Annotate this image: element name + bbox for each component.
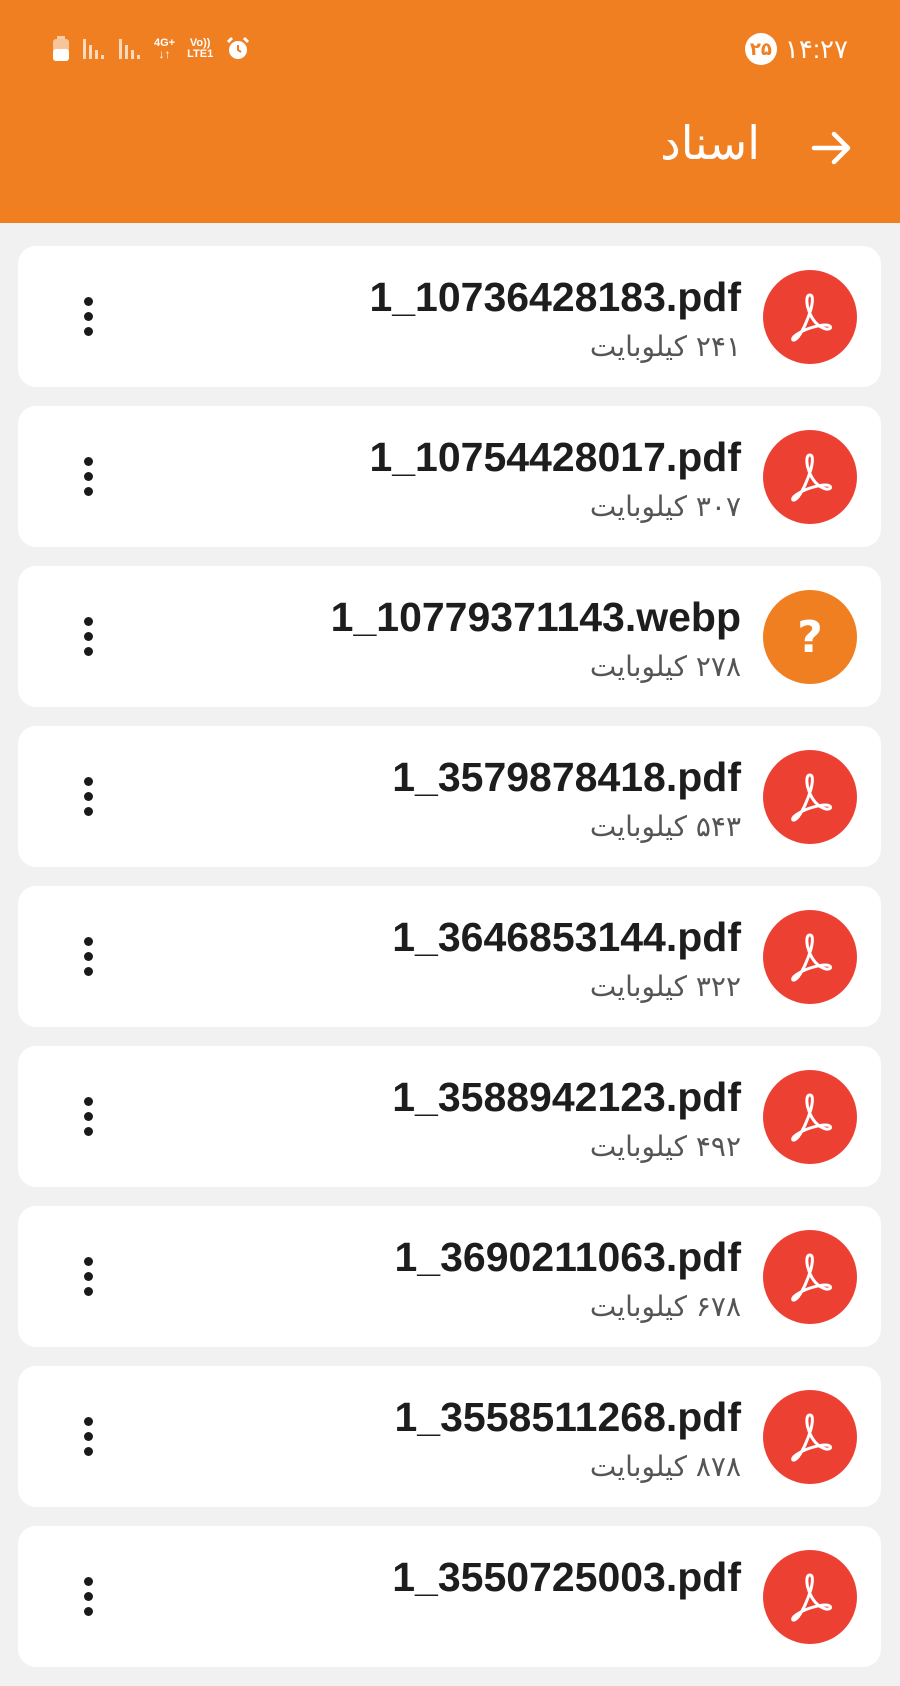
dot bbox=[83, 471, 93, 481]
dot bbox=[83, 791, 93, 801]
dot bbox=[83, 296, 93, 306]
file-name: 1_3690211063.pdf bbox=[394, 1234, 742, 1280]
dot bbox=[83, 646, 93, 656]
page-title: اسناد bbox=[660, 117, 760, 169]
network-arrows: ↓↑ bbox=[158, 47, 171, 61]
question-mark-icon: ? bbox=[797, 611, 823, 663]
more-options-button[interactable] bbox=[54, 922, 122, 990]
file-card[interactable]: 1_10754428017.pdf ۳۰۷ کیلوبایت bbox=[18, 406, 881, 547]
dot bbox=[83, 966, 93, 976]
file-size: ۶۷۸ کیلوبایت bbox=[589, 1290, 741, 1323]
dot bbox=[83, 1576, 93, 1586]
status-right: ۲۵ ۱۴:۲۷ bbox=[744, 33, 848, 65]
file-card[interactable]: 1_3588942123.pdf ۴۹۲ کیلوبایت bbox=[18, 1046, 881, 1187]
file-type-icon: ? bbox=[763, 590, 857, 684]
more-options-button[interactable] bbox=[54, 1402, 122, 1470]
file-name: 1_3558511268.pdf bbox=[394, 1394, 742, 1440]
more-options-button[interactable] bbox=[54, 1082, 122, 1150]
more-options-button[interactable] bbox=[54, 1242, 122, 1310]
pdf-icon bbox=[791, 1413, 832, 1462]
pdf-icon bbox=[791, 1253, 832, 1302]
notification-badge: ۲۵ bbox=[744, 33, 777, 65]
file-type-icon bbox=[763, 1550, 857, 1644]
alarm-icon bbox=[225, 36, 251, 62]
back-button[interactable] bbox=[806, 122, 858, 174]
file-card[interactable]: 1_3690211063.pdf ۶۷۸ کیلوبایت bbox=[18, 1206, 881, 1347]
more-options-button[interactable] bbox=[54, 1562, 122, 1630]
file-size: ۲۷۸ کیلوبایت bbox=[589, 650, 741, 683]
file-type-icon bbox=[763, 1070, 857, 1164]
file-list: 1_10736428183.pdf ۲۴۱ کیلوبایت 1_1075442… bbox=[18, 246, 881, 1686]
clock: ۱۴:۲۷ bbox=[784, 33, 848, 64]
dot bbox=[83, 1126, 93, 1136]
file-card[interactable]: 1_3550725003.pdf bbox=[18, 1526, 881, 1667]
dot bbox=[83, 806, 93, 816]
dot bbox=[83, 486, 93, 496]
volte-icon: Vo)) LTE1 bbox=[187, 38, 213, 60]
dot bbox=[83, 776, 93, 786]
dot bbox=[83, 951, 93, 961]
more-options-button[interactable] bbox=[54, 442, 122, 510]
dot bbox=[83, 1446, 93, 1456]
dot bbox=[83, 326, 93, 336]
battery-icon bbox=[52, 36, 70, 62]
file-size: ۲۴۱ کیلوبایت bbox=[589, 330, 741, 363]
file-type-icon bbox=[763, 910, 857, 1004]
file-type-icon bbox=[763, 430, 857, 524]
file-type-icon bbox=[763, 1230, 857, 1324]
status-bar: 4G+ ↓↑ Vo)) LTE1 ۲۵ ۱۴:۲۷ bbox=[0, 0, 900, 100]
file-name: 1_10754428017.pdf bbox=[369, 434, 741, 480]
file-size: ۴۹۲ کیلوبایت bbox=[589, 1130, 741, 1163]
pdf-icon bbox=[791, 293, 832, 342]
file-card[interactable]: 1_3646853144.pdf ۳۲۲ کیلوبایت bbox=[18, 886, 881, 1027]
more-options-button[interactable] bbox=[54, 282, 122, 350]
file-size: ۵۴۳ کیلوبایت bbox=[589, 810, 741, 843]
dot bbox=[83, 1271, 93, 1281]
file-size: ۳۰۷ کیلوبایت bbox=[589, 490, 741, 523]
dot bbox=[83, 1416, 93, 1426]
dot bbox=[83, 936, 93, 946]
network-icon: 4G+ ↓↑ bbox=[154, 38, 175, 61]
dot bbox=[83, 1111, 93, 1121]
file-size: ۸۷۸ کیلوبایت bbox=[589, 1450, 741, 1483]
file-card[interactable]: 1_10736428183.pdf ۲۴۱ کیلوبایت bbox=[18, 246, 881, 387]
file-name: 1_3579878418.pdf bbox=[392, 754, 741, 800]
file-name: 1_3646853144.pdf bbox=[392, 914, 741, 960]
file-name: 1_10779371143.webp bbox=[330, 594, 741, 640]
dot bbox=[83, 616, 93, 626]
volte-label-bottom: LTE1 bbox=[187, 48, 214, 60]
dot bbox=[83, 1431, 93, 1441]
dot bbox=[83, 1606, 93, 1616]
pdf-icon bbox=[791, 453, 832, 502]
dot bbox=[83, 1096, 93, 1106]
pdf-icon bbox=[791, 933, 832, 982]
arrow-right-icon bbox=[811, 131, 851, 165]
dot bbox=[83, 1256, 93, 1266]
app-bar: 4G+ ↓↑ Vo)) LTE1 ۲۵ ۱۴:۲۷ اسناد bbox=[0, 0, 900, 223]
file-type-icon bbox=[763, 750, 857, 844]
file-name: 1_10736428183.pdf bbox=[369, 274, 741, 320]
file-type-icon bbox=[763, 270, 857, 364]
dot bbox=[83, 631, 93, 641]
dot bbox=[83, 1286, 93, 1296]
file-type-icon bbox=[763, 1390, 857, 1484]
file-card[interactable]: 1_3579878418.pdf ۵۴۳ کیلوبایت bbox=[18, 726, 881, 867]
pdf-icon bbox=[791, 773, 832, 822]
more-options-button[interactable] bbox=[54, 602, 122, 670]
title-row: اسناد bbox=[0, 110, 900, 190]
file-card[interactable]: ? 1_10779371143.webp ۲۷۸ کیلوبایت bbox=[18, 566, 881, 707]
status-icons: 4G+ ↓↑ Vo)) LTE1 bbox=[52, 36, 251, 62]
dot bbox=[83, 1591, 93, 1601]
pdf-icon bbox=[791, 1093, 832, 1142]
file-size: ۳۲۲ کیلوبایت bbox=[589, 970, 741, 1003]
file-card[interactable]: 1_3558511268.pdf ۸۷۸ کیلوبایت bbox=[18, 1366, 881, 1507]
file-name: 1_3588942123.pdf bbox=[392, 1074, 741, 1120]
dot bbox=[83, 311, 93, 321]
more-options-button[interactable] bbox=[54, 762, 122, 830]
signal-icon bbox=[82, 37, 106, 61]
file-name: 1_3550725003.pdf bbox=[392, 1554, 741, 1600]
pdf-icon bbox=[791, 1573, 832, 1622]
signal-icon bbox=[118, 37, 142, 61]
dot bbox=[83, 456, 93, 466]
